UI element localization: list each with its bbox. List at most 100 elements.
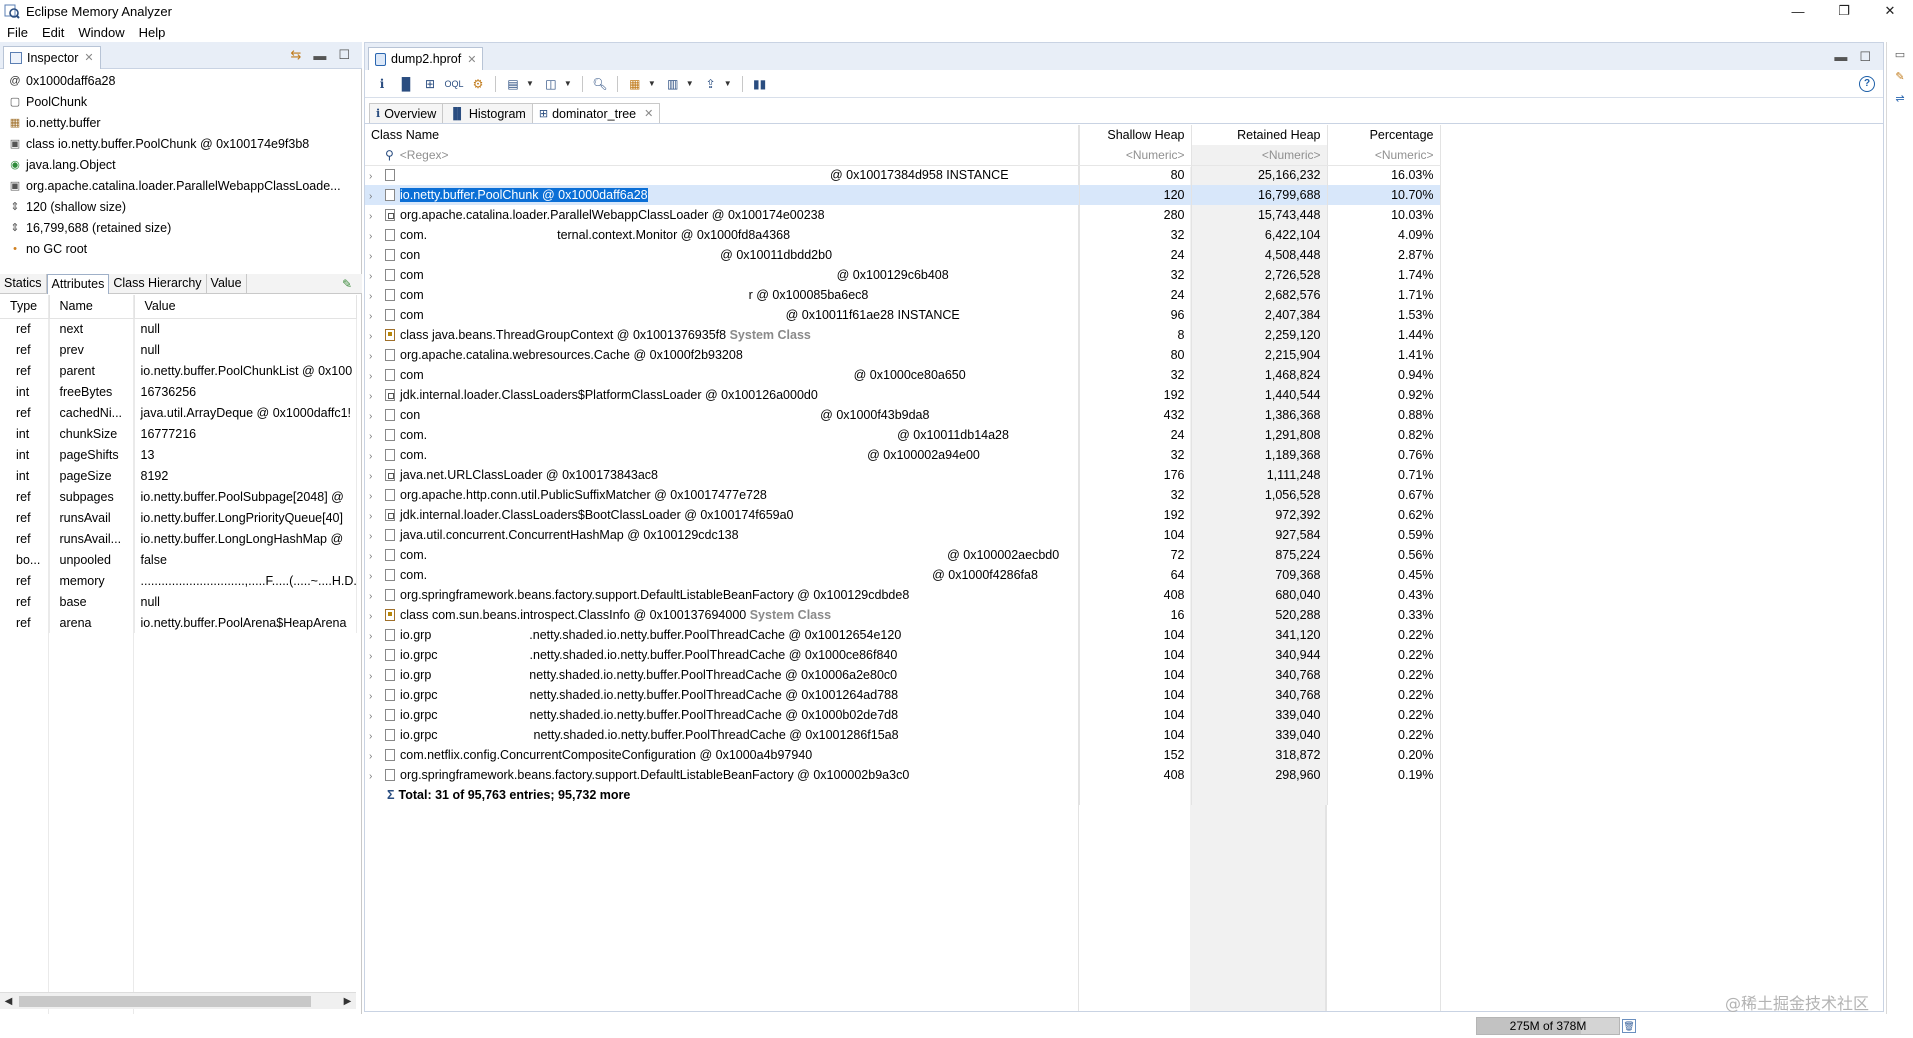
table-row[interactable]: › io.grp .netty.shaded.io.netty.buffer.Poo… [365, 625, 1441, 645]
expand-chevron-icon[interactable]: › [369, 471, 381, 482]
table-row[interactable]: › org.springframework.beans.factory.suppo… [365, 765, 1441, 785]
expand-chevron-icon[interactable]: › [369, 311, 381, 322]
expand-chevron-icon[interactable]: › [369, 491, 381, 502]
scrollbar-thumb[interactable] [19, 995, 311, 1007]
table-row[interactable]: › org.springframework.beans.factory.suppo… [365, 585, 1441, 605]
table-row[interactable]: › io.grpc netty.shaded.io.netty.buffer.Poo… [365, 705, 1441, 725]
table-row[interactable]: › com. @ 0x100002a94e00 32 1,189,368 0.76% [365, 445, 1441, 465]
attribute-row[interactable]: int chunkSize 16777216 [0, 423, 357, 444]
compare-icon[interactable]: ▮▮ [749, 74, 771, 94]
attribute-row[interactable]: ref memory..............................,… [0, 570, 357, 591]
menu-window[interactable]: Window [71, 25, 131, 40]
menu-edit[interactable]: Edit [35, 25, 71, 40]
attribute-row[interactable]: bo... unpooled false [0, 549, 357, 570]
table-row[interactable]: › io.netty.buffer.PoolChunk @ 0x1000daff6… [365, 185, 1441, 205]
percentage-filter[interactable]: <Numeric> [1327, 145, 1441, 166]
expand-chevron-icon[interactable]: › [369, 671, 381, 682]
column-class-name[interactable]: Class Name [365, 125, 1080, 145]
table-row[interactable]: › com. @ 0x10011db14a28 24 1,291,808 0.82% [365, 425, 1441, 445]
inspector-item[interactable]: ▣ class io.netty.buffer.PoolChunk @ 0x100… [0, 133, 362, 154]
table-row[interactable]: › com @ 0x100129c6b408 32 2,726,528 1.74% [365, 265, 1441, 285]
table-row[interactable]: › com r @ 0x100085ba6ec8 24 2,682,576 1.71% [365, 285, 1441, 305]
minimize-button[interactable]: — [1775, 0, 1821, 22]
scroll-right-icon[interactable]: ▶ [339, 996, 356, 1007]
retained-filter[interactable]: <Numeric> [1191, 145, 1328, 166]
dominator-tree-icon[interactable]: ⊞ [419, 74, 441, 94]
tab-overview[interactable]: i Overview [369, 103, 444, 123]
table-row[interactable]: › class java.beans.ThreadGroupContext @ 0… [365, 325, 1441, 345]
inspector-item[interactable]: ⇕ 120 (shallow size) [0, 196, 362, 217]
attribute-row[interactable]: ref base null [0, 591, 357, 612]
expand-chevron-icon[interactable]: › [369, 591, 381, 602]
table-row[interactable]: › class com.sun.beans.introspect.ClassInf… [365, 605, 1441, 625]
table-row[interactable]: › io.grpc .netty.shaded.io.netty.buffer.Po… [365, 645, 1441, 665]
expand-chevron-icon[interactable]: › [369, 391, 381, 402]
close-icon[interactable]: ✕ [84, 51, 93, 64]
table-row[interactable]: › con @ 0x1000f43b9da8 432 1,386,368 0.88% [365, 405, 1441, 425]
oql-icon[interactable]: OQL [443, 74, 465, 94]
table-row[interactable]: › con @ 0x10011dbdd2b0 24 4,508,448 2.87% [365, 245, 1441, 265]
table-row[interactable]: › jdk.internal.loader.ClassLoaders$Platfo… [365, 385, 1441, 405]
inspector-tab[interactable]: Inspector ✕ [3, 45, 101, 69]
attribute-row[interactable]: ref runsAvail... io.netty.buffer.LongLongH… [0, 528, 357, 549]
expand-chevron-icon[interactable]: › [369, 331, 381, 342]
query-browser-icon[interactable]: ◫ [540, 74, 562, 94]
table-row[interactable]: › jdk.internal.loader.ClassLoaders$BootCl… [365, 505, 1441, 525]
table-row[interactable]: › org.apache.catalina.loader.ParallelWeba… [365, 205, 1441, 225]
search-icon[interactable]: 🔍︎ [589, 74, 611, 94]
scroll-left-icon[interactable]: ◀ [0, 996, 17, 1007]
tab-class-hierarchy[interactable]: Class Hierarchy [109, 274, 207, 294]
attribute-row[interactable]: int pageShifts 13 [0, 444, 357, 465]
menu-file[interactable]: File [0, 25, 35, 40]
help-icon[interactable]: ? [1859, 75, 1875, 92]
table-row[interactable]: › @ 0x10017384d958 INSTANCE 80 25,166,232 16… [365, 165, 1441, 185]
inspector-item[interactable]: ▢ PoolChunk [0, 91, 362, 112]
table-row[interactable]: › com.netflix.config.ConcurrentCompositeC… [365, 745, 1441, 765]
attribute-row[interactable]: ref runsAvail io.netty.buffer.LongPriority… [0, 507, 357, 528]
expand-chevron-icon[interactable]: › [369, 751, 381, 762]
expand-chevron-icon[interactable]: › [369, 611, 381, 622]
chevron-down-icon[interactable]: ▼ [526, 79, 534, 88]
close-window-button[interactable]: ✕ [1867, 0, 1913, 22]
table-row[interactable]: › org.apache.http.conn.util.PublicSuffixM… [365, 485, 1441, 505]
expand-chevron-icon[interactable]: › [369, 771, 381, 782]
sync-selection-icon[interactable]: ⇆ [290, 47, 301, 63]
heap-dump-tab[interactable]: dump2.hprof ✕ [368, 47, 484, 70]
chevron-down-icon[interactable]: ▼ [564, 79, 572, 88]
table-row[interactable]: › com. ternal.context.Monitor @ 0x1000fd8a… [365, 225, 1441, 245]
expand-chevron-icon[interactable]: › [369, 271, 381, 282]
pin-icon[interactable]: ✎ [342, 274, 362, 293]
table-row[interactable]: › io.grpc netty.shaded.io.netty.buffer.Poo… [365, 725, 1441, 745]
regex-filter[interactable]: ⚲ <Regex> [365, 145, 1080, 166]
expand-chevron-icon[interactable]: › [369, 171, 381, 182]
column-retained-heap[interactable]: Retained Heap [1191, 125, 1328, 145]
table-row[interactable]: › java.util.concurrent.ConcurrentHashMap … [365, 525, 1441, 545]
table-row[interactable]: › com @ 0x1000ce80a650 32 1,468,824 0.94% [365, 365, 1441, 385]
tab-statics[interactable]: Statics [0, 274, 47, 294]
attribute-row[interactable]: ref next null [0, 318, 357, 339]
expand-chevron-icon[interactable]: › [369, 371, 381, 382]
column-percentage[interactable]: Percentage [1327, 125, 1441, 145]
chevron-down-icon[interactable]: ▼ [686, 79, 694, 88]
inspector-item[interactable]: @0x1000daff6a28 [0, 70, 362, 91]
expand-chevron-icon[interactable]: › [369, 231, 381, 242]
attribute-row[interactable]: int freeBytes 16736256 [0, 381, 357, 402]
restore-button[interactable]: ❐ [1821, 0, 1867, 22]
chevron-down-icon[interactable]: ▼ [724, 79, 732, 88]
column-name[interactable]: Name [49, 295, 135, 319]
histogram-icon[interactable]: ▐▌ [395, 74, 417, 94]
thread-overview-icon[interactable]: ⚙ [467, 74, 489, 94]
export-icon[interactable]: ⇪ [700, 74, 722, 94]
minimize-editor-icon[interactable]: ▬ [1834, 49, 1847, 64]
table-row[interactable]: › java.net.URLClassLoader @ 0x100173843ac… [365, 465, 1441, 485]
tab-histogram[interactable]: ▐▌ Histogram [442, 103, 533, 123]
attribute-row[interactable]: ref arena io.netty.buffer.PoolArena$HeapAr… [0, 612, 357, 633]
inspector-item[interactable]: ▦ io.netty.buffer [0, 112, 362, 133]
expand-chevron-icon[interactable]: › [369, 551, 381, 562]
minimize-view-icon[interactable]: ▬ [313, 48, 326, 63]
expand-chevron-icon[interactable]: › [369, 351, 381, 362]
column-value[interactable]: Value [134, 295, 357, 319]
restore-perspective-icon[interactable]: ▭ [1892, 48, 1908, 64]
tab-value[interactable]: Value [207, 274, 247, 294]
expand-chevron-icon[interactable]: › [369, 251, 381, 262]
